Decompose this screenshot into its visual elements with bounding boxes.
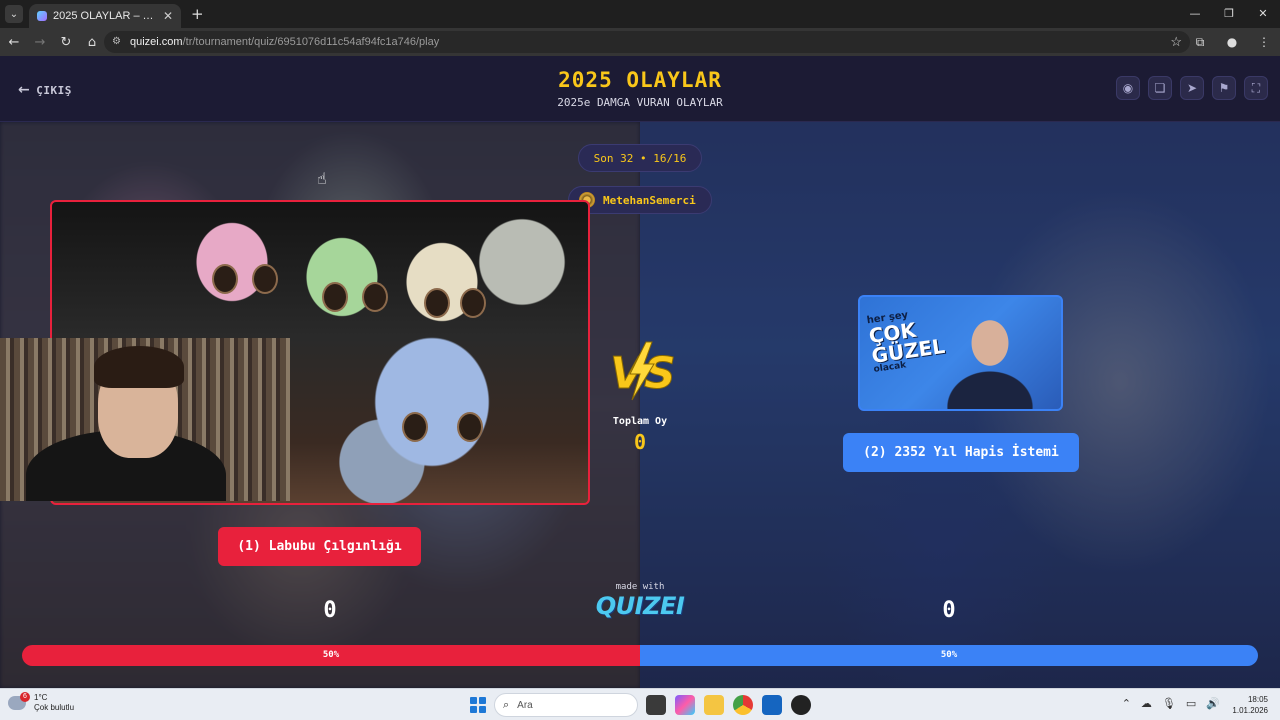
microphone-icon[interactable]: 🎙 [1162,697,1176,710]
doll-eye [322,282,348,312]
total-votes-value: 0 [633,430,647,454]
minimize-button[interactable]: — [1178,0,1212,28]
file-explorer-icon[interactable] [704,695,724,715]
doll-eye [457,412,483,442]
quiz-page: ← ÇIKIŞ 2025 OLAYLAR 2025e DAMGA VURAN O… [0,56,1280,688]
site-favicon-icon [37,11,47,21]
send-icon[interactable]: ➤ [1180,76,1204,100]
app-icon[interactable] [791,695,811,715]
search-placeholder: Ara [517,699,533,711]
task-view-icon[interactable] [646,695,666,715]
doll-eye [362,282,388,312]
left-score: 0 [323,598,337,623]
vote-progress-bar: 50% 50% [22,645,1258,666]
url-path: /tr/tournament/quiz/6951076d11c54af94fc1… [182,36,440,48]
site-info-icon[interactable]: ⚙ [112,36,124,48]
profile-icon[interactable]: ● [1216,35,1248,49]
weather-text: 1°C Çok bulutlu [34,693,74,713]
forward-button[interactable]: → [28,35,52,50]
back-button[interactable]: ← [2,35,26,50]
copilot-icon[interactable] [675,695,695,715]
right-progress-fill: 50% [640,645,1258,666]
tab-search-button[interactable]: ⌄ [5,5,23,23]
copy-icon[interactable]: ❏ [1148,76,1172,100]
browser-toolbar-right: ⧉ ● ⋮ [1184,28,1280,56]
browser-nav-bar: ← → ↻ ⌂ ⚙ quizei.com/tr/tournament/quiz/… [0,28,1280,56]
cloud-sync-icon[interactable]: ☁ [1141,697,1152,710]
browser-tab-bar: ⌄ 2025 OLAYLAR – Tier List, Kör S ✕ + — … [0,0,1280,28]
taskbar-search[interactable]: ⌕ Ara [494,693,638,717]
browser-menu-icon[interactable]: ⋮ [1248,35,1280,49]
mouse-cursor-icon: ☝ [317,169,327,188]
tab-close-icon[interactable]: ✕ [163,9,173,23]
clock-date: 1.01.2026 [1232,706,1268,715]
bookmark-star-icon[interactable]: ☆ [1170,34,1182,50]
display-icon[interactable]: ▭ [1186,697,1196,710]
window-controls: — ❐ ✕ [1178,0,1280,28]
option-right-image[interactable]: her şey ÇOK GÜZEL olacak [858,295,1063,411]
poster-text: her şey ÇOK GÜZEL olacak [866,309,947,375]
round-indicator: Son 32 • 16/16 [578,144,702,172]
option-left-button[interactable]: (1) Labubu Çılgınlığı [218,527,421,566]
doll-eye [460,288,486,318]
right-score: 0 [942,598,956,623]
extensions-icon[interactable]: ⧉ [1184,35,1216,50]
chevron-up-icon[interactable]: ⌃ [1122,697,1131,710]
taskbar: 6 1°C Çok bulutlu ⌕ Ara ⌃ ☁ 🎙 ▭ 🔊 18:05 … [0,688,1280,720]
quiz-header: ← ÇIKIŞ 2025 OLAYLAR 2025e DAMGA VURAN O… [0,56,1280,122]
flag-icon[interactable]: ⚑ [1212,76,1236,100]
eye-icon[interactable]: ◉ [1116,76,1140,100]
weather-temp: 1°C [34,693,48,702]
search-icon: ⌕ [503,698,510,711]
doll-eye [252,264,278,294]
weather-widget[interactable]: 6 1°C Çok bulutlu [8,692,74,713]
option-right-button[interactable]: (2) 2352 Yıl Hapis İstemi [843,433,1079,472]
doll-eye [424,288,450,318]
made-with-label: made with [615,582,665,592]
tab-title: 2025 OLAYLAR – Tier List, Kör S [53,10,159,22]
doll-eye [212,264,238,294]
vs-lightning-icon: VS [610,341,674,401]
clock[interactable]: 18:05 1.01.2026 [1232,694,1268,716]
reload-button[interactable]: ↻ [54,35,78,50]
clock-time: 18:05 [1247,695,1268,704]
chrome-icon[interactable] [733,695,753,715]
home-button[interactable]: ⌂ [80,35,104,50]
pinned-apps [646,695,811,715]
doll-eye [402,412,428,442]
notification-badge: 6 [20,692,30,702]
cloud-icon: 6 [8,692,30,710]
close-window-button[interactable]: ✕ [1246,0,1280,28]
total-votes-label: Toplam Oy [612,416,668,427]
restore-button[interactable]: ❐ [1212,0,1246,28]
address-bar[interactable]: ⚙ quizei.com/tr/tournament/quiz/6951076d… [104,31,1190,53]
system-tray: ⌃ ☁ 🎙 ▭ 🔊 [1122,697,1220,710]
creator-name: MetehanSemerci [603,193,696,207]
weather-desc: Çok bulutlu [34,703,75,712]
new-tab-button[interactable]: + [191,5,204,23]
url-host: quizei.com [130,36,183,48]
page-subtitle: 2025e DAMGA VURAN OLAYLAR [557,96,723,109]
left-progress-fill: 50% [22,645,640,666]
store-icon[interactable] [762,695,782,715]
volume-icon[interactable]: 🔊 [1206,697,1220,710]
header-actions: ◉ ❏ ➤ ⚑ ⛶ [1116,76,1268,100]
fullscreen-icon[interactable]: ⛶ [1244,76,1268,100]
browser-tab[interactable]: 2025 OLAYLAR – Tier List, Kör S ✕ [29,4,181,28]
webcam-person-hair [94,346,184,388]
quizei-logo[interactable]: QUIZEI [590,592,690,620]
page-title: 2025 OLAYLAR [558,68,722,92]
webcam-overlay [0,338,290,501]
start-button[interactable] [470,697,486,713]
